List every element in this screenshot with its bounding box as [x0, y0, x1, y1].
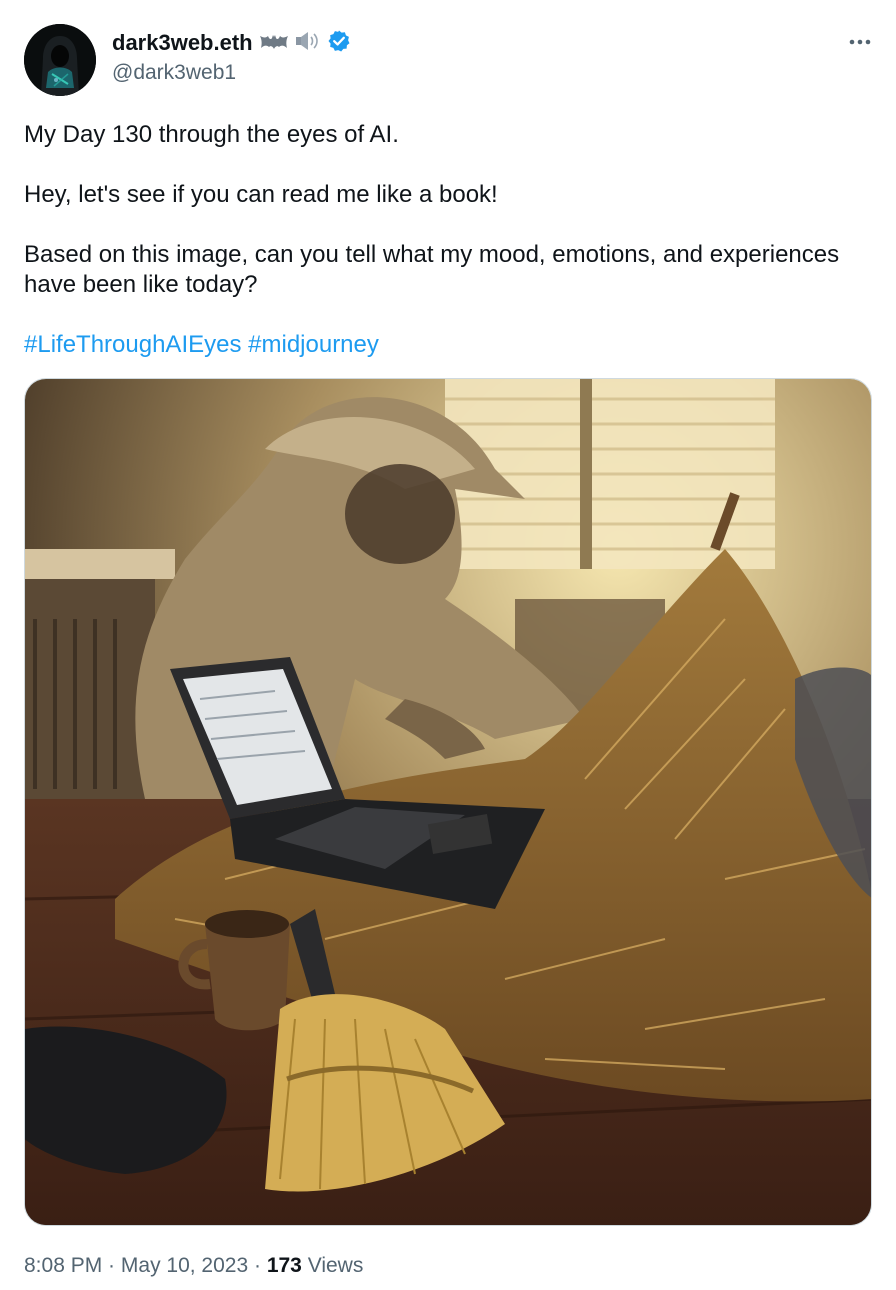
tweet-meta: 8:08 PM · May 10, 2023 · 173 Views	[24, 1254, 363, 1278]
tweet-time[interactable]: 8:08 PM	[24, 1254, 102, 1277]
name-row: dark3web.eth	[112, 28, 351, 58]
user-handle[interactable]: @dark3web1	[112, 61, 236, 85]
views-label: Views	[301, 1254, 364, 1277]
tweet-image[interactable]	[24, 378, 872, 1226]
meta-separator: ·	[248, 1254, 267, 1277]
hashtag-link[interactable]: #midjourney	[248, 331, 379, 358]
display-name[interactable]: dark3web.eth	[112, 30, 253, 56]
tweet-date[interactable]: May 10, 2023	[121, 1254, 248, 1277]
avatar[interactable]	[24, 24, 96, 96]
bat-emoji-icon	[259, 30, 289, 57]
tweet-paragraph: My Day 130 through the eyes of AI.	[24, 121, 399, 148]
meta-separator: ·	[102, 1254, 121, 1277]
verified-badge-icon[interactable]	[327, 29, 351, 58]
hooded-figure-avatar-icon	[24, 24, 96, 96]
tweet-paragraph: Hey, let's see if you can read me like a…	[24, 181, 498, 208]
hashtag-link[interactable]: #LifeThroughAIEyes	[24, 331, 241, 358]
ellipsis-icon	[849, 39, 871, 45]
more-options-button[interactable]	[844, 30, 876, 54]
ai-generated-image	[25, 379, 871, 1225]
hashtags: #LifeThroughAIEyes #midjourney	[24, 330, 379, 360]
tweet-paragraph: Based on this image, can you tell what m…	[24, 241, 840, 298]
tweet: dark3web.eth @dark3web1 My Day 130 throu…	[0, 0, 896, 1290]
views-count: 173	[266, 1254, 302, 1277]
speaker-emoji-icon	[295, 30, 321, 57]
